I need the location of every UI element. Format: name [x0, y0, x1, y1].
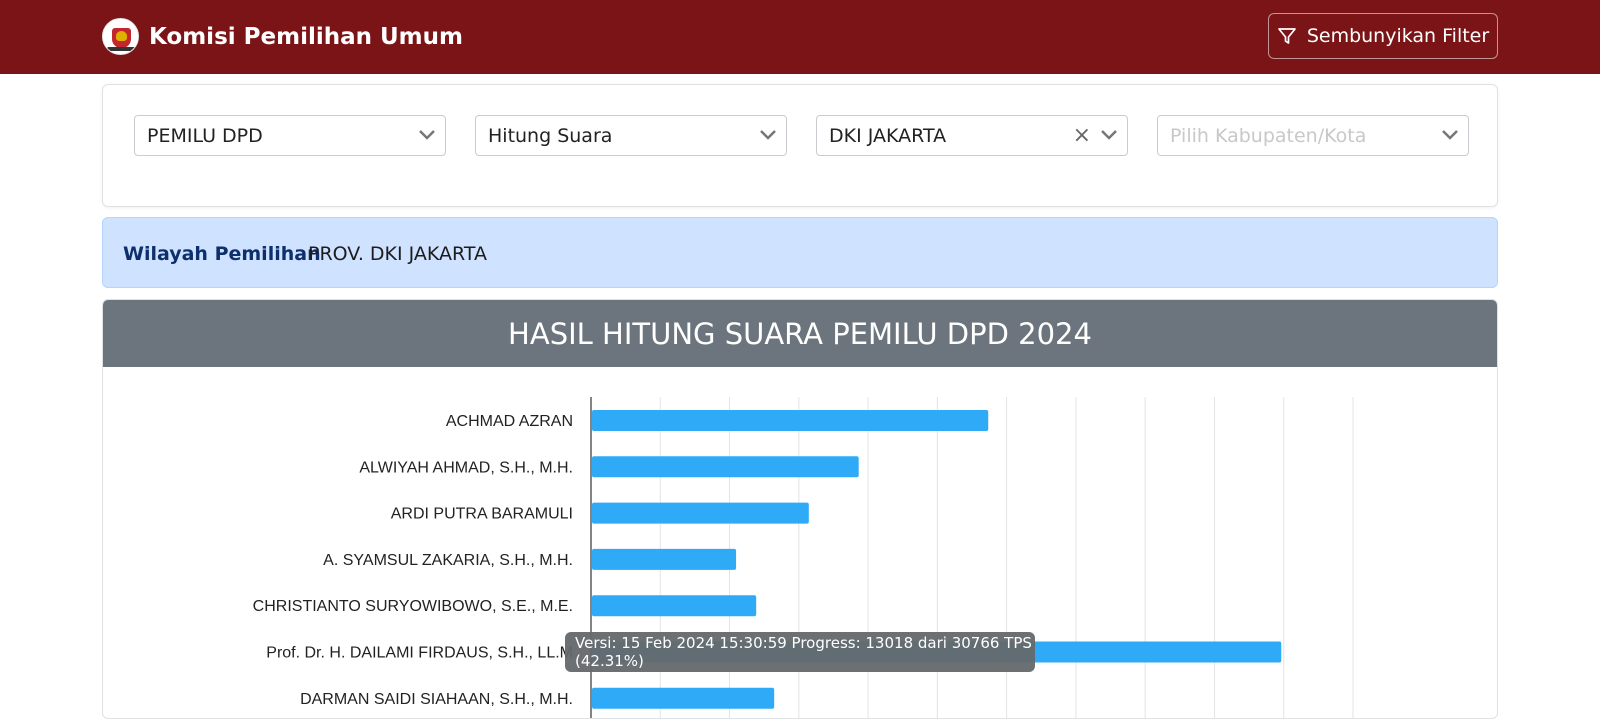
funnel-icon	[1277, 28, 1296, 44]
candidate-bar[interactable]	[592, 687, 775, 709]
category-label: ARDI PUTRA BARAMULI	[391, 506, 573, 523]
chart-title: HASIL HITUNG SUARA PEMILU DPD 2024	[103, 300, 1497, 367]
candidate-bar[interactable]	[592, 456, 859, 478]
toggle-filter-label: Sembunyikan Filter	[1306, 25, 1490, 47]
category-label: A. SYAMSUL ZAKARIA, S.H., M.H.	[323, 552, 573, 569]
region-alert: Wilayah Pemilihan PROV. DKI JAKARTA	[102, 217, 1498, 288]
category-label: Prof. Dr. H. DAILAMI FIRDAUS, S.H., LL.M	[266, 645, 573, 662]
chart-tooltip: Versi: 15 Feb 2024 15:30:59 Progress: 13…	[565, 632, 1035, 672]
filter-panel: PEMILU DPD Hitung Suara DKI JAKARTA × Pi…	[102, 84, 1498, 207]
region-value: PROV. DKI JAKARTA	[308, 243, 487, 265]
province-select-value: DKI JAKARTA	[829, 125, 947, 147]
city-select-placeholder: Pilih Kabupaten/Kota	[1170, 125, 1367, 147]
kpu-logo-icon	[102, 18, 139, 55]
chevron-down-icon	[1101, 130, 1117, 140]
province-select[interactable]: DKI JAKARTA ×	[816, 115, 1128, 156]
chevron-down-icon	[419, 130, 435, 140]
candidate-bar[interactable]	[592, 502, 809, 524]
tooltip-text: Versi: 15 Feb 2024 15:30:59 Progress: 13…	[575, 634, 1032, 670]
category-label: CHRISTIANTO SURYOWIBOWO, S.E., M.E.	[253, 598, 573, 615]
clear-icon[interactable]: ×	[1073, 125, 1091, 147]
mode-select[interactable]: Hitung Suara	[475, 115, 787, 156]
mode-select-value: Hitung Suara	[488, 125, 613, 147]
city-select[interactable]: Pilih Kabupaten/Kota	[1157, 115, 1469, 156]
category-label: ALWIYAH AHMAD, S.H., M.H.	[359, 459, 573, 476]
toggle-filter-button[interactable]: Sembunyikan Filter	[1268, 13, 1498, 59]
chevron-down-icon	[760, 130, 776, 140]
category-label: ACHMAD AZRAN	[446, 413, 573, 430]
category-label: DARMAN SAIDI SIAHAAN, S.H., M.H.	[300, 691, 573, 708]
top-navbar: Komisi Pemilihan Umum Sembunyikan Filter	[0, 0, 1600, 74]
region-label: Wilayah Pemilihan	[123, 243, 321, 265]
candidate-bar[interactable]	[592, 595, 757, 617]
candidate-bar[interactable]	[592, 410, 989, 431]
candidate-bar[interactable]	[592, 548, 737, 570]
brand[interactable]: Komisi Pemilihan Umum	[102, 18, 463, 55]
election-select-value: PEMILU DPD	[147, 125, 263, 147]
chevron-down-icon	[1442, 130, 1458, 140]
brand-title: Komisi Pemilihan Umum	[149, 23, 463, 50]
election-select[interactable]: PEMILU DPD	[134, 115, 446, 156]
